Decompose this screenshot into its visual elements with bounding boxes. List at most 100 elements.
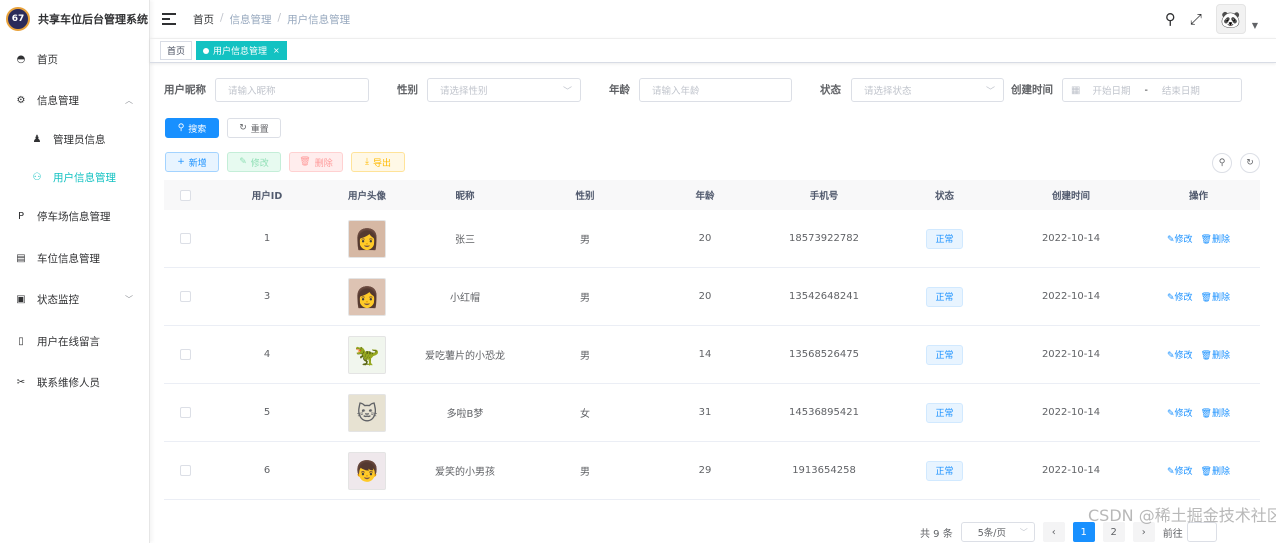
user-avatar-image[interactable]: 🐱: [348, 393, 386, 432]
date-range-picker[interactable]: ▦ 开始日期 - 结束日期: [1062, 78, 1242, 102]
row-edit-link[interactable]: ✎修改: [1167, 464, 1193, 477]
header-age: 年龄: [695, 191, 715, 202]
row-checkbox[interactable]: [179, 291, 191, 302]
date-range-separator: -: [1144, 84, 1148, 96]
sidebar-item-label: 停车场信息管理: [37, 210, 111, 223]
tag-user-info[interactable]: 用户信息管理 ×: [196, 41, 287, 60]
user-avatar-image[interactable]: 👩: [348, 219, 386, 258]
user-avatar-image[interactable]: 🦖: [348, 335, 386, 374]
breadcrumb-separator: /: [277, 11, 282, 24]
sidebar-item-status-monitor[interactable]: ▣ 状态监控 ﹀: [0, 283, 149, 315]
row-select-cell: [164, 349, 206, 360]
row-delete-label: 删除: [1211, 467, 1230, 477]
chevron-down-icon: ﹀: [985, 86, 995, 97]
cell-actions: ✎修改 🗑删除: [1137, 348, 1260, 361]
sidebar-item-parking-lot[interactable]: P 停车场信息管理: [0, 200, 149, 232]
row-select-cell: [164, 291, 206, 302]
row-delete-link[interactable]: 🗑删除: [1201, 348, 1230, 361]
search-button-label: 搜索: [188, 124, 207, 135]
cell-status: 正常: [884, 344, 1005, 365]
sidebar-item-info-management[interactable]: ⚙ 信息管理 ︿: [0, 84, 149, 116]
tag-home[interactable]: 首页: [160, 41, 193, 60]
row-checkbox[interactable]: [179, 407, 191, 418]
tag-label: 首页: [167, 47, 186, 57]
reset-button[interactable]: ↻ 重置: [227, 118, 281, 138]
row-edit-link[interactable]: ✎修改: [1167, 348, 1193, 361]
cell-actions: ✎修改 🗑删除: [1137, 232, 1260, 245]
cell-gender: 男: [580, 235, 590, 246]
table-row: 4 🦖 爱吃薯片的小恐龙 男 14 13568526475 正常 2022-10…: [164, 326, 1260, 384]
breadcrumb-home[interactable]: 首页: [193, 12, 214, 27]
row-delete-link[interactable]: 🗑删除: [1201, 406, 1230, 419]
age-input[interactable]: 请输入年龄: [639, 78, 792, 102]
sidebar-item-label: 信息管理: [37, 94, 79, 107]
refresh-icon: ↻: [239, 123, 247, 133]
cell-gender: 男: [580, 467, 590, 478]
age-placeholder: 请输入年龄: [652, 86, 700, 97]
row-select-cell: [164, 407, 206, 418]
row-edit-link[interactable]: ✎修改: [1167, 232, 1193, 245]
cell-phone: 13568526475: [789, 349, 859, 360]
nickname-input[interactable]: 请输入昵称: [215, 78, 369, 102]
cell-gender: 男: [580, 293, 590, 304]
row-delete-link[interactable]: 🗑删除: [1201, 232, 1230, 245]
status-badge: 正常: [926, 460, 963, 481]
nickname-placeholder: 请输入昵称: [228, 86, 276, 97]
sidebar-item-admin-info[interactable]: ♟ 管理员信息: [0, 123, 149, 155]
header-actions: ⚲ ⤢ 🐼 ▼: [1165, 4, 1258, 34]
row-select-cell: [164, 465, 206, 476]
page-size-value: 5条/页: [977, 528, 1006, 539]
status-select[interactable]: 请选择状态 ﹀: [851, 78, 1004, 102]
top-header: 首页 / 信息管理 / 用户信息管理 ⚲ ⤢ 🐼 ▼: [150, 0, 1276, 38]
page-size-select[interactable]: 5条/页 ﹀: [960, 522, 1035, 542]
fullscreen-icon[interactable]: ⤢: [1190, 10, 1202, 28]
row-checkbox[interactable]: [179, 349, 191, 360]
cell-created: 2022-10-14: [1041, 291, 1101, 302]
cell-user-id: 1: [263, 233, 271, 244]
add-button[interactable]: + 新增: [165, 152, 219, 172]
chevron-down-icon: ﹀: [125, 294, 133, 304]
edit-button[interactable]: ✎ 修改: [227, 152, 281, 172]
sidebar-item-user-info[interactable]: ⚇ 用户信息管理: [0, 161, 149, 193]
search-button[interactable]: ⚲ 搜索: [165, 118, 219, 138]
plus-icon: +: [177, 157, 185, 167]
refresh-button[interactable]: ↻: [1240, 153, 1260, 173]
user-avatar-image[interactable]: 👩: [348, 277, 386, 316]
prev-page-button[interactable]: ‹: [1042, 522, 1065, 542]
parking-icon: P: [17, 210, 25, 222]
row-edit-link[interactable]: ✎修改: [1167, 290, 1193, 303]
sidebar-item-repair-contact[interactable]: ✂ 联系维修人员: [0, 366, 149, 398]
status-badge: 正常: [926, 286, 963, 307]
search-icon[interactable]: ⚲: [1165, 10, 1176, 28]
status-badge: 正常: [926, 344, 963, 365]
sidebar-item-label: 车位信息管理: [37, 252, 100, 265]
row-delete-link[interactable]: 🗑删除: [1201, 290, 1230, 303]
header-created: 创建时间: [1051, 191, 1090, 202]
status-badge: 正常: [926, 402, 963, 423]
cell-avatar: 👩: [328, 219, 406, 258]
delete-button[interactable]: 🗑 删除: [289, 152, 343, 172]
close-icon[interactable]: ×: [273, 46, 280, 55]
select-all-checkbox[interactable]: [179, 189, 191, 201]
sidebar-item-parking-space[interactable]: ▤ 车位信息管理: [0, 242, 149, 274]
row-edit-link[interactable]: ✎修改: [1167, 406, 1193, 419]
edit-icon: ✎: [1166, 351, 1175, 361]
row-checkbox[interactable]: [179, 465, 191, 476]
logo[interactable]: 67 共享车位后台管理系统: [0, 0, 149, 38]
gender-select[interactable]: 请选择性别 ﹀: [427, 78, 581, 102]
hamburger-icon[interactable]: [162, 13, 176, 25]
export-button[interactable]: ⤓ 导出: [351, 152, 405, 172]
avatar[interactable]: 🐼: [1215, 4, 1246, 34]
row-edit-label: 修改: [1174, 351, 1193, 361]
monitor-icon: ▣: [16, 293, 26, 305]
row-delete-label: 删除: [1211, 293, 1230, 303]
user-avatar-image[interactable]: 👦: [348, 451, 386, 490]
toggle-search-button[interactable]: ⚲: [1212, 153, 1232, 173]
sidebar-item-home[interactable]: ◓ 首页: [0, 43, 149, 75]
row-checkbox[interactable]: [179, 233, 191, 244]
row-delete-link[interactable]: 🗑删除: [1201, 464, 1230, 477]
caret-down-icon[interactable]: ▼: [1252, 21, 1258, 30]
cell-avatar: 🦖: [328, 335, 406, 374]
header-gender: 性别: [575, 191, 595, 202]
sidebar-item-messages[interactable]: ▯ 用户在线留言: [0, 325, 149, 357]
